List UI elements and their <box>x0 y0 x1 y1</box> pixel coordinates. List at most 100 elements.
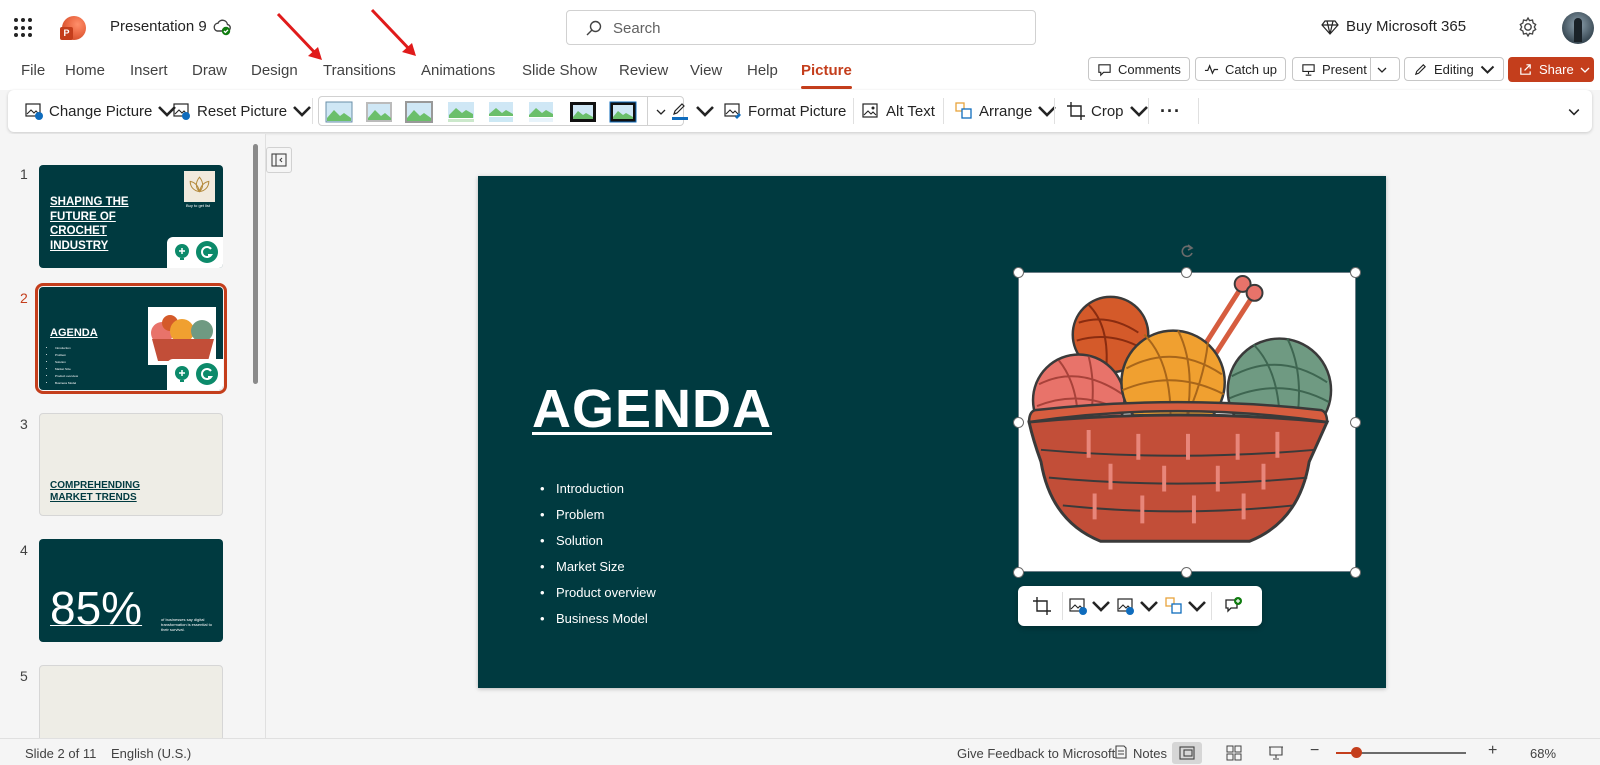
reading-view-button[interactable] <box>1261 742 1291 764</box>
tab-slide-show[interactable]: Slide Show <box>522 62 597 79</box>
slide-2-agenda-item: Business Model <box>55 380 78 387</box>
slide-2-agenda-item: Market Size <box>55 366 78 373</box>
arrange-button[interactable]: Arrange <box>954 99 1057 123</box>
collapse-panel-button[interactable] <box>266 147 292 173</box>
gear-icon[interactable] <box>1517 16 1539 38</box>
agenda-item: Introduction <box>540 476 656 502</box>
picture-style-4[interactable] <box>447 101 475 123</box>
mini-arrange-button[interactable] <box>1164 596 1207 616</box>
notes-icon[interactable] <box>1114 745 1128 759</box>
picture-style-8[interactable] <box>609 101 637 123</box>
more-options-button[interactable]: ··· <box>1160 99 1181 123</box>
notes-button[interactable]: Notes <box>1133 746 1167 761</box>
search-input[interactable] <box>613 18 1013 38</box>
tab-home[interactable]: Home <box>65 62 105 79</box>
document-title[interactable]: Presentation 9 <box>110 18 207 35</box>
picture-style-2[interactable] <box>365 101 393 123</box>
slide-thumbnail-2[interactable]: AGENDA Introduction Problem Solution Mar… <box>35 283 227 394</box>
search-box[interactable] <box>566 10 1036 45</box>
share-label: Share <box>1539 62 1574 77</box>
tab-animations[interactable]: Animations <box>421 62 495 79</box>
chevron-down-icon <box>1480 65 1494 74</box>
tab-view[interactable]: View <box>690 62 722 79</box>
slide-number: 4 <box>20 542 28 558</box>
tab-transitions[interactable]: Transitions <box>323 62 396 79</box>
normal-view-button[interactable] <box>1172 742 1202 764</box>
slide-3-title: COMPREHENDING MARKET TRENDS <box>50 480 141 503</box>
app-launcher-icon[interactable] <box>14 18 34 38</box>
buy-microsoft-365-link[interactable]: Buy Microsoft 365 <box>1346 18 1466 35</box>
comments-label: Comments <box>1118 61 1181 77</box>
mini-reset-picture-button[interactable] <box>1116 596 1159 616</box>
resize-handle-top[interactable] <box>1181 267 1192 278</box>
picture-style-5[interactable] <box>487 101 515 123</box>
powerpoint-logo-icon[interactable]: P <box>60 16 86 40</box>
ribbon-separator <box>312 98 313 124</box>
editing-mode-button[interactable]: Editing <box>1404 57 1504 81</box>
picture-style-7[interactable] <box>569 101 597 123</box>
change-picture-button[interactable]: Change Picture <box>24 99 177 123</box>
diamond-icon[interactable] <box>1321 18 1339 36</box>
zoom-out-button[interactable]: − <box>1310 742 1319 760</box>
tab-file[interactable]: File <box>21 62 45 79</box>
picture-style-3[interactable] <box>405 101 433 123</box>
ribbon-separator <box>1198 98 1199 124</box>
resize-handle-bottom-right[interactable] <box>1350 567 1361 578</box>
yarn-basket-picture[interactable] <box>1018 272 1356 572</box>
zoom-slider-thumb[interactable] <box>1350 747 1362 758</box>
picture-style-6[interactable] <box>527 101 555 123</box>
grammarly-icon <box>196 363 218 385</box>
alt-text-button[interactable]: Alt Text <box>861 99 935 123</box>
slide-thumbnail-5[interactable] <box>39 665 223 738</box>
crop-button[interactable]: Crop <box>1066 99 1149 123</box>
slide-sorter-view-button[interactable] <box>1219 742 1249 764</box>
picture-style-1[interactable] <box>325 101 353 123</box>
tab-picture[interactable]: Picture <box>801 62 852 89</box>
resize-handle-top-left[interactable] <box>1013 267 1024 278</box>
cloud-saved-icon[interactable] <box>212 17 232 37</box>
chevron-down-icon <box>696 106 714 117</box>
language-indicator[interactable]: English (U.S.) <box>111 746 191 761</box>
tab-draw[interactable]: Draw <box>192 62 227 79</box>
gallery-expand-chevron-icon[interactable] <box>655 107 667 117</box>
tab-review[interactable]: Review <box>619 62 668 79</box>
collapse-panel-icon <box>271 153 287 167</box>
slide-title[interactable]: AGENDA <box>532 378 772 440</box>
resize-handle-top-right[interactable] <box>1350 267 1361 278</box>
tab-insert[interactable]: Insert <box>130 62 168 79</box>
mini-change-picture-button[interactable] <box>1068 596 1111 616</box>
zoom-level[interactable]: 68% <box>1530 746 1556 761</box>
ribbon-expand-chevron-icon[interactable] <box>1568 106 1580 118</box>
slide-thumbnail-1[interactable]: SHAPING THE FUTURE OF CROCHET INDUSTRY B… <box>39 165 223 268</box>
feedback-link[interactable]: Give Feedback to Microsoft <box>957 746 1115 761</box>
resize-handle-right[interactable] <box>1350 417 1361 428</box>
resize-handle-bottom-left[interactable] <box>1013 567 1024 578</box>
ribbon-separator <box>853 98 854 124</box>
slide-2-title: AGENDA <box>50 327 98 339</box>
present-dropdown-chevron-icon[interactable] <box>1377 65 1387 75</box>
mini-crop-button[interactable] <box>1032 596 1052 616</box>
catch-up-button[interactable]: Catch up <box>1195 57 1287 81</box>
main-slide[interactable]: AGENDA Introduction Problem Solution Mar… <box>478 176 1386 688</box>
tab-help[interactable]: Help <box>747 62 778 79</box>
crop-icon <box>1067 102 1085 120</box>
format-picture-button[interactable]: Format Picture <box>723 99 846 123</box>
agenda-list[interactable]: Introduction Problem Solution Market Siz… <box>540 476 656 632</box>
reset-picture-button[interactable]: Reset Picture <box>172 99 312 123</box>
slide-thumbnail-4[interactable]: 85% of businesses say digital transforma… <box>39 539 223 642</box>
resize-handle-left[interactable] <box>1013 417 1024 428</box>
resize-handle-bottom[interactable] <box>1181 567 1192 578</box>
zoom-in-button[interactable]: + <box>1488 742 1497 760</box>
picture-border-button[interactable] <box>670 99 715 123</box>
rotate-handle-icon[interactable] <box>1179 243 1195 259</box>
zoom-slider[interactable] <box>1336 747 1466 758</box>
user-avatar[interactable] <box>1562 12 1594 44</box>
share-button[interactable]: Share <box>1508 57 1594 82</box>
slide-1-badges <box>167 237 223 268</box>
present-icon <box>1302 63 1315 76</box>
mini-new-comment-button[interactable] <box>1223 596 1243 616</box>
slide-panel-scrollbar[interactable] <box>253 144 258 384</box>
editing-label: Editing <box>1434 61 1474 77</box>
slide-thumbnail-3[interactable]: COMPREHENDING MARKET TRENDS <box>39 413 223 516</box>
comments-button[interactable]: Comments <box>1088 57 1190 81</box>
